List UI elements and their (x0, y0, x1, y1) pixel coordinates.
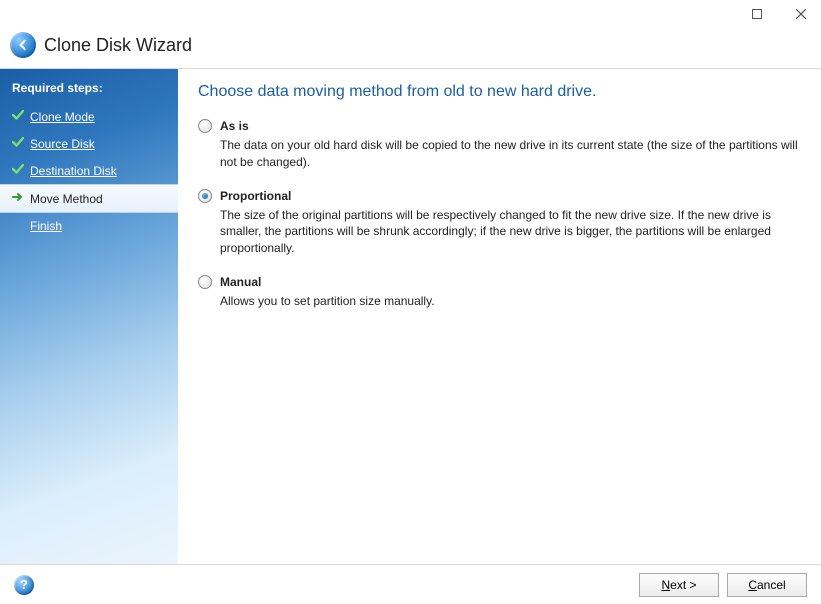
sidebar-header: Required steps: (0, 77, 178, 103)
next-button[interactable]: Next > (639, 573, 719, 597)
check-icon (12, 136, 24, 151)
option-proportional[interactable]: Proportional The size of the original pa… (198, 189, 801, 257)
option-description: The size of the original partitions will… (220, 207, 801, 257)
sidebar-item-clone-mode[interactable]: Clone Mode (0, 103, 178, 130)
sidebar-item-finish[interactable]: Finish (0, 213, 178, 239)
option-label: Proportional (220, 189, 291, 203)
sidebar-item-label[interactable]: Source Disk (30, 137, 95, 151)
sidebar-item-label[interactable]: Finish (30, 219, 62, 233)
radio-proportional[interactable] (198, 189, 212, 203)
sidebar-item-destination-disk[interactable]: Destination Disk (0, 157, 178, 184)
sidebar-item-move-method[interactable]: Move Method (0, 184, 178, 213)
sidebar-item-label[interactable]: Destination Disk (30, 164, 117, 178)
close-button[interactable] (789, 4, 813, 24)
option-manual[interactable]: Manual Allows you to set partition size … (198, 275, 801, 310)
option-asis[interactable]: As is The data on your old hard disk wil… (198, 119, 801, 171)
page-title: Clone Disk Wizard (44, 35, 192, 56)
option-label: As is (220, 119, 249, 133)
option-description: Allows you to set partition size manuall… (220, 293, 801, 310)
content-heading: Choose data moving method from old to ne… (198, 83, 801, 101)
check-icon (12, 163, 24, 178)
option-description: The data on your old hard disk will be c… (220, 137, 801, 171)
arrow-right-icon (12, 191, 24, 206)
help-icon[interactable]: ? (14, 575, 34, 595)
sidebar: Required steps: Clone Mode Source Disk D… (0, 69, 178, 564)
maximize-button[interactable] (745, 4, 769, 24)
radio-asis[interactable] (198, 119, 212, 133)
sidebar-item-label[interactable]: Clone Mode (30, 110, 95, 124)
option-label: Manual (220, 275, 261, 289)
check-icon (12, 109, 24, 124)
sidebar-item-label: Move Method (30, 192, 103, 206)
header: Clone Disk Wizard (0, 28, 821, 68)
footer: ? Next > Cancel (0, 564, 821, 604)
radio-manual[interactable] (198, 275, 212, 289)
sidebar-item-source-disk[interactable]: Source Disk (0, 130, 178, 157)
cancel-button[interactable]: Cancel (727, 573, 807, 597)
titlebar (0, 0, 821, 28)
content: Choose data moving method from old to ne… (178, 69, 821, 564)
back-icon[interactable] (10, 32, 36, 58)
